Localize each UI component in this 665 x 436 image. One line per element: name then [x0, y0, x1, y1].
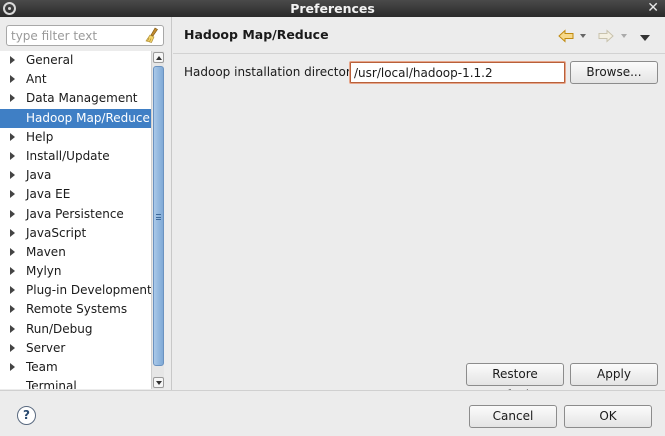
- tree-item[interactable]: Remote Systems: [0, 300, 151, 319]
- expand-arrow-icon[interactable]: [8, 358, 18, 377]
- title-bar: Preferences ✕: [0, 0, 665, 17]
- preferences-nav-pane: General Ant Data Management Hadoop Map/Redu…: [0, 17, 172, 390]
- expand-arrow-icon[interactable]: [8, 262, 18, 281]
- filter-input[interactable]: [11, 28, 141, 43]
- tree-item[interactable]: Java: [0, 166, 151, 185]
- tree-item[interactable]: Java EE: [0, 185, 151, 204]
- tree-item[interactable]: JavaScript: [0, 224, 151, 243]
- expand-arrow-icon[interactable]: [8, 51, 18, 70]
- expand-arrow-icon[interactable]: [8, 320, 18, 339]
- tree-item-label: Terminal: [26, 379, 77, 389]
- header-divider: [173, 53, 665, 54]
- cancel-button[interactable]: Cancel: [469, 405, 557, 428]
- tree-item[interactable]: Java Persistence: [0, 205, 151, 224]
- tree-item-label: Mylyn: [26, 264, 62, 279]
- tree-item-label: Server: [26, 340, 66, 355]
- forward-menu-chevron-icon: [621, 34, 627, 38]
- tree-item[interactable]: Plug-in Development: [0, 281, 151, 300]
- ok-button[interactable]: OK: [564, 405, 652, 428]
- tree-item-label: Ant: [26, 72, 47, 87]
- tree-item[interactable]: General: [0, 51, 151, 70]
- expand-arrow-icon[interactable]: [8, 128, 18, 147]
- restore-defaults-button[interactable]: Restore Defaults: [466, 363, 564, 402]
- expand-arrow-icon[interactable]: [8, 300, 18, 319]
- tree-item-label: Team: [26, 360, 58, 374]
- tree-item-label: Java Persistence: [26, 206, 124, 221]
- expand-arrow-icon[interactable]: [8, 166, 18, 185]
- filter-box: [6, 25, 164, 46]
- expand-arrow-icon[interactable]: [8, 147, 18, 166]
- expand-arrow-icon[interactable]: [8, 281, 18, 300]
- tree-item[interactable]: Help: [0, 128, 151, 147]
- tree-item[interactable]: Install/Update: [0, 147, 151, 166]
- close-icon[interactable]: ✕: [647, 0, 659, 16]
- help-icon[interactable]: ?: [17, 406, 36, 425]
- expand-arrow-icon[interactable]: [8, 205, 18, 224]
- scrollbar-thumb[interactable]: [153, 66, 164, 366]
- tree-item[interactable]: Data Management: [0, 89, 151, 108]
- tree-item-label: Plug-in Development: [26, 283, 151, 298]
- tree-item-label: Run/Debug: [26, 321, 93, 336]
- preference-page: Hadoop Map/Reduce Hadoop installation di…: [173, 17, 665, 402]
- forward-arrow-icon: [598, 29, 614, 43]
- tree-scrollbar[interactable]: [151, 51, 164, 389]
- tree-item-label: Install/Update: [26, 148, 110, 163]
- tree-item-label: Help: [26, 129, 54, 144]
- expand-arrow-icon[interactable]: [8, 89, 18, 108]
- tree-item[interactable]: Ant: [0, 70, 151, 89]
- window-title: Preferences: [290, 1, 375, 16]
- tree-item-label: Hadoop Map/Reduce: [26, 110, 150, 125]
- back-menu-chevron-icon[interactable]: [580, 34, 586, 38]
- back-arrow-icon[interactable]: [558, 29, 574, 43]
- clear-filter-icon[interactable]: [144, 27, 160, 44]
- tree-item-label: JavaScript: [26, 225, 87, 240]
- tree-item-label: Maven: [26, 244, 66, 259]
- page-title: Hadoop Map/Reduce: [184, 27, 329, 42]
- tree-item-label: Remote Systems: [26, 302, 128, 317]
- tree-item[interactable]: Team: [0, 358, 151, 377]
- expand-arrow-icon[interactable]: [8, 339, 18, 358]
- tree-item-label: Java: [26, 168, 52, 183]
- view-menu-icon[interactable]: [640, 35, 650, 41]
- expand-arrow-icon[interactable]: [8, 185, 18, 204]
- apply-button[interactable]: Apply: [570, 363, 658, 386]
- tree-item[interactable]: Terminal: [0, 377, 151, 389]
- hadoop-dir-label: Hadoop installation directory:: [184, 65, 362, 79]
- scroll-up-icon[interactable]: [153, 52, 164, 63]
- hadoop-dir-input[interactable]: [350, 62, 565, 83]
- tree-item-label: General: [26, 53, 74, 67]
- tree-item[interactable]: Hadoop Map/Reduce: [0, 108, 151, 128]
- browse-button[interactable]: Browse...: [570, 61, 658, 84]
- expand-arrow-icon[interactable]: [8, 70, 18, 89]
- preferences-tree[interactable]: General Ant Data Management Hadoop Map/Redu…: [0, 51, 151, 389]
- dialog-button-bar: ? Cancel OK: [0, 390, 665, 436]
- tree-item[interactable]: Mylyn: [0, 262, 151, 281]
- tree-item-label: Java EE: [26, 187, 71, 202]
- expand-arrow-icon[interactable]: [8, 243, 18, 262]
- tree-item[interactable]: Maven: [0, 243, 151, 262]
- tree-item[interactable]: Server: [0, 339, 151, 358]
- tree-item[interactable]: Run/Debug: [0, 320, 151, 339]
- tree-item-label: Data Management: [26, 91, 138, 106]
- scroll-down-icon[interactable]: [153, 377, 164, 388]
- expand-arrow-icon[interactable]: [8, 224, 18, 243]
